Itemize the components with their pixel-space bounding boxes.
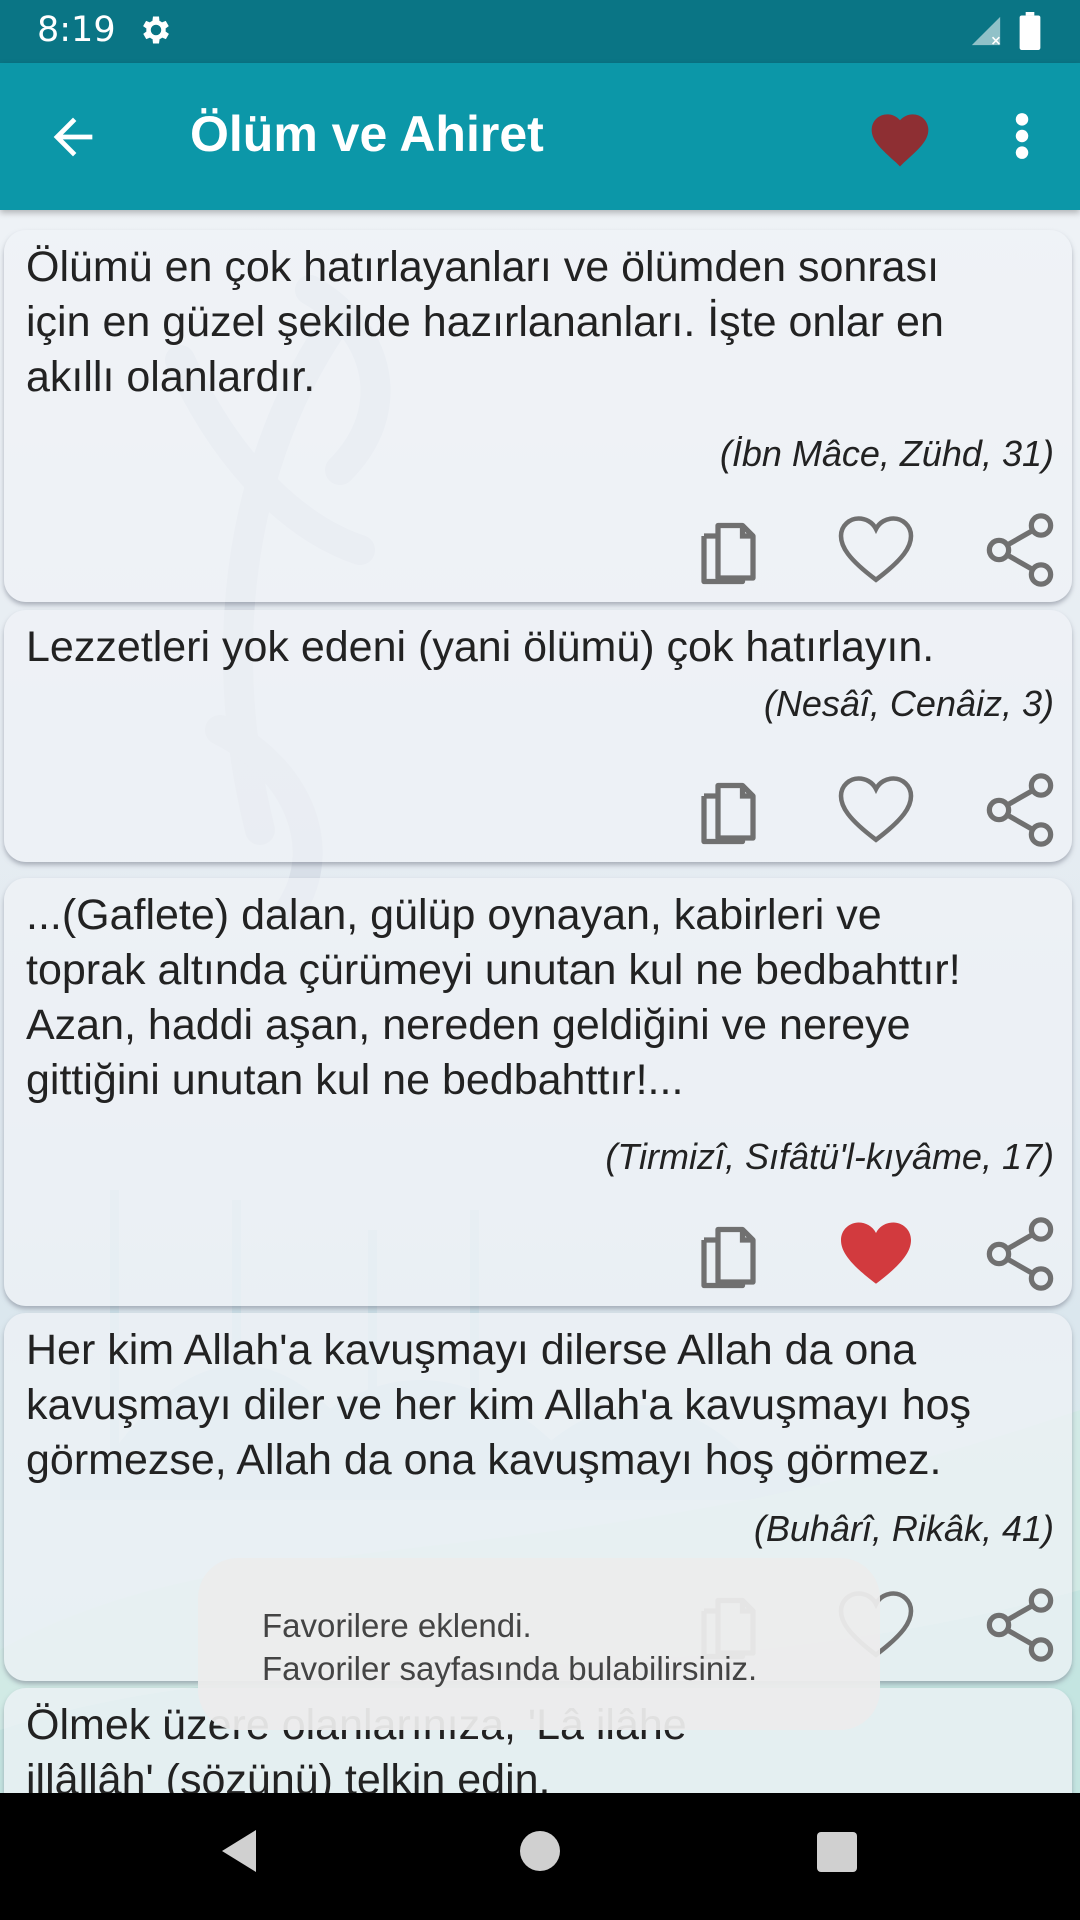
hadith-source: (İbn Mâce, Zühd, 31) xyxy=(719,433,1054,474)
battery-icon xyxy=(1019,12,1041,50)
share-icon xyxy=(986,513,1054,587)
copy-icon xyxy=(701,522,756,585)
toast-line-2: Favoriler sayfasında bulabilirsiniz. xyxy=(262,1650,758,1687)
hadith-text: Lezzetleri yok edeni (yani ölümü) çok ha… xyxy=(26,623,935,671)
hadith-text: ...(Gaflete) dalan, gülüp oynayan, kabir… xyxy=(26,891,961,1104)
nav-home-icon[interactable] xyxy=(518,1829,562,1873)
hadith-source: (Nesâî, Cenâiz, 3) xyxy=(763,683,1054,724)
hadith-source: (Buhârî, Rikâk, 41) xyxy=(753,1508,1054,1549)
share-icon xyxy=(986,773,1054,847)
heart-icon xyxy=(838,776,914,843)
nav-back-icon[interactable] xyxy=(216,1826,260,1876)
heart-icon xyxy=(838,516,914,583)
arrow-back-icon[interactable] xyxy=(44,108,102,166)
gear-icon xyxy=(143,16,169,44)
share-icon xyxy=(986,1217,1054,1291)
heart-filled-icon xyxy=(841,1222,911,1284)
more-vert-icon[interactable] xyxy=(1006,111,1038,161)
status-bar: 8:19 xyxy=(0,0,1080,63)
status-time: 8:19 xyxy=(37,10,116,50)
copy-icon xyxy=(701,1226,756,1289)
favorite-button[interactable] xyxy=(834,768,918,852)
hadith-card: ...(Gaflete) dalan, gülüp oynayan, kabir… xyxy=(4,878,1072,1306)
hadith-source: (Tirmizî, Sıfâtü'l-kıyâme, 17) xyxy=(605,1136,1054,1177)
app-bar: Ölüm ve Ahiret xyxy=(0,63,1080,210)
copy-button[interactable] xyxy=(690,1212,774,1296)
heart-filled-icon[interactable] xyxy=(866,105,934,169)
copy-button[interactable] xyxy=(690,768,774,852)
system-nav-bar xyxy=(0,1793,1080,1920)
hadith-text: Her kim Allah'a kavuşmayı dilerse Allah … xyxy=(26,1326,972,1484)
share-button[interactable] xyxy=(978,508,1062,592)
copy-icon xyxy=(701,782,756,845)
favorite-button[interactable] xyxy=(834,1212,918,1296)
toast-message: Favorilere eklendi. Favoriler sayfasında… xyxy=(198,1558,880,1730)
hadith-text: Ölümü en çok hatırlayanları ve ölümden s… xyxy=(26,243,944,401)
toast-line-1: Favorilere eklendi. xyxy=(262,1607,532,1644)
hadith-card: Ölümü en çok hatırlayanları ve ölümden s… xyxy=(4,230,1072,602)
share-icon xyxy=(986,1588,1054,1662)
signal-icon xyxy=(971,16,1001,46)
page-title: Ölüm ve Ahiret xyxy=(190,106,544,162)
share-button[interactable] xyxy=(978,768,1062,852)
nav-recents-icon[interactable] xyxy=(816,1831,858,1873)
favorite-button[interactable] xyxy=(834,508,918,592)
copy-button[interactable] xyxy=(690,508,774,592)
hadith-card: Lezzetleri yok edeni (yani ölümü) çok ha… xyxy=(4,610,1072,862)
hadith-list[interactable]: Ölümü en çok hatırlayanları ve ölümden s… xyxy=(0,210,1080,1793)
share-button[interactable] xyxy=(978,1583,1062,1667)
share-button[interactable] xyxy=(978,1212,1062,1296)
